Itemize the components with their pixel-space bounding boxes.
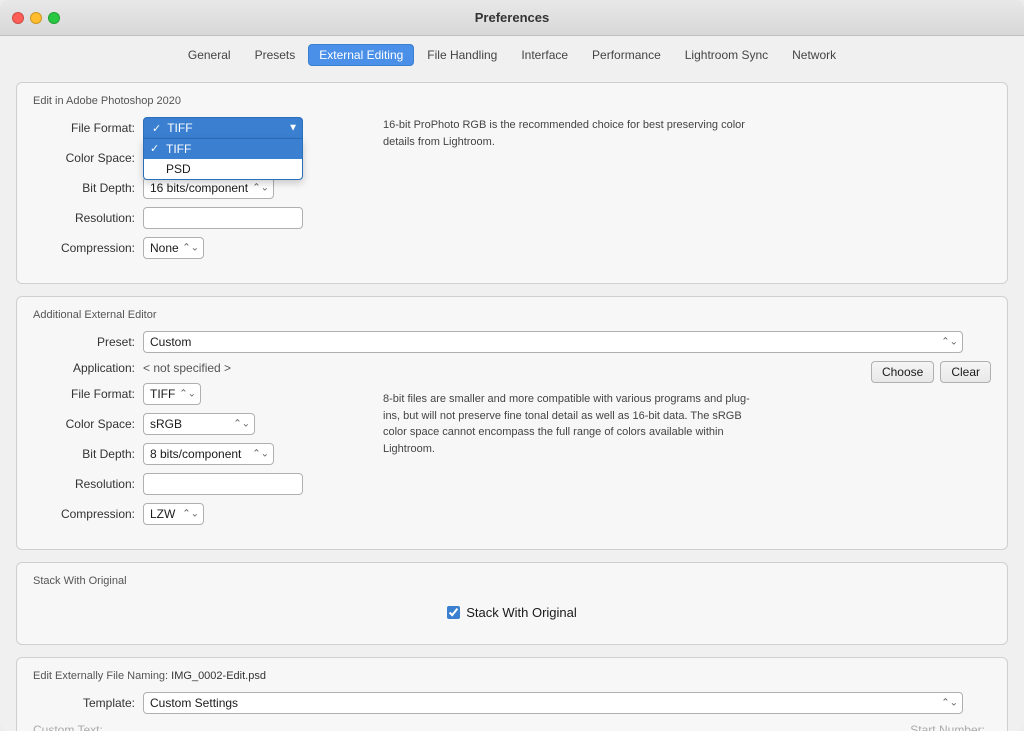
- compression-row: Compression: None LZW ⌃⌄: [33, 237, 363, 259]
- ext-compression-row: Compression: LZW None ⌃⌄: [33, 503, 363, 525]
- check-mark-icon: ✓: [152, 122, 161, 135]
- stack-checkbox[interactable]: [447, 606, 460, 619]
- ext-color-space-label: Color Space:: [33, 417, 143, 431]
- ext-file-format-select-wrap: TIFF PSD ⌃⌄: [143, 383, 201, 405]
- photoshop-left-col: File Format: ✓ TIFF ▼ ✓ TIFF: [33, 117, 363, 267]
- bit-depth-select[interactable]: 16 bits/component 8 bits/component: [143, 177, 274, 199]
- ext-resolution-input[interactable]: 240: [143, 473, 303, 495]
- tab-lightroom-sync[interactable]: Lightroom Sync: [674, 44, 779, 66]
- tab-performance[interactable]: Performance: [581, 44, 672, 66]
- content-area: Edit in Adobe Photoshop 2020 File Format…: [0, 72, 1024, 731]
- tab-external-editing[interactable]: External Editing: [308, 44, 414, 66]
- ext-color-space-select[interactable]: sRGB ProPhoto RGB: [143, 413, 255, 435]
- preset-row: Preset: Custom ⌃⌄: [33, 331, 991, 353]
- titlebar: Preferences: [0, 0, 1024, 36]
- preset-select[interactable]: Custom: [143, 331, 963, 353]
- start-number-label: Start Number:: [910, 723, 991, 731]
- tab-general[interactable]: General: [177, 44, 242, 66]
- ext-color-space-row: Color Space: sRGB ProPhoto RGB ⌃⌄: [33, 413, 363, 435]
- stack-checkbox-label: Stack With Original: [466, 605, 577, 620]
- preset-select-wrap: Custom ⌃⌄: [143, 331, 963, 353]
- ext-file-format-select[interactable]: TIFF PSD: [143, 383, 201, 405]
- resolution-row: Resolution: 300: [33, 207, 363, 229]
- ext-bit-depth-select[interactable]: 8 bits/component 16 bits/component: [143, 443, 274, 465]
- choose-button[interactable]: Choose: [871, 361, 934, 383]
- tab-network[interactable]: Network: [781, 44, 847, 66]
- ext-resolution-label: Resolution:: [33, 477, 143, 491]
- file-format-row: File Format: ✓ TIFF ▼ ✓ TIFF: [33, 117, 363, 139]
- bit-depth-label: Bit Depth:: [33, 181, 143, 195]
- photoshop-two-col: File Format: ✓ TIFF ▼ ✓ TIFF: [33, 117, 991, 267]
- bottom-row: Custom Text: Start Number:: [33, 722, 991, 731]
- template-select-wrap: Custom Settings ⌃⌄: [143, 692, 963, 714]
- photoshop-section: Edit in Adobe Photoshop 2020 File Format…: [16, 82, 1008, 284]
- ext-resolution-row: Resolution: 240: [33, 473, 363, 495]
- compression-label: Compression:: [33, 241, 143, 255]
- custom-text-label: Custom Text:: [33, 723, 109, 731]
- ext-bit-depth-select-wrap: 8 bits/component 16 bits/component ⌃⌄: [143, 443, 274, 465]
- compression-select-wrap: None LZW ⌃⌄: [143, 237, 204, 259]
- template-row: Template: Custom Settings ⌃⌄: [33, 692, 991, 714]
- additional-left-col: Application: < not specified > File Form…: [33, 361, 363, 533]
- photoshop-section-title: Edit in Adobe Photoshop 2020: [33, 95, 991, 107]
- template-select[interactable]: Custom Settings: [143, 692, 963, 714]
- close-button[interactable]: [12, 12, 24, 24]
- ext-compression-select[interactable]: LZW None: [143, 503, 204, 525]
- ext-file-format-label: File Format:: [33, 387, 143, 401]
- ext-color-space-select-wrap: sRGB ProPhoto RGB ⌃⌄: [143, 413, 255, 435]
- bit-depth-row: Bit Depth: 16 bits/component 8 bits/comp…: [33, 177, 363, 199]
- additional-editor-title: Additional External Editor: [33, 309, 991, 321]
- custom-text-field: Custom Text:: [33, 722, 512, 731]
- bit-depth-select-wrap: 16 bits/component 8 bits/component ⌃⌄: [143, 177, 274, 199]
- file-format-dropdown[interactable]: ✓ TIFF ▼ ✓ TIFF PSD: [143, 117, 303, 139]
- file-format-label: File Format:: [33, 121, 143, 135]
- additional-editor-section: Additional External Editor Preset: Custo…: [16, 296, 1008, 550]
- application-label: Application:: [33, 361, 143, 375]
- file-format-option-psd[interactable]: PSD: [144, 159, 302, 179]
- additional-editor-hint: 8-bit files are smaller and more compati…: [383, 391, 763, 457]
- ext-bit-depth-label: Bit Depth:: [33, 447, 143, 461]
- file-format-selected-label: TIFF: [167, 121, 192, 135]
- compression-select[interactable]: None LZW: [143, 237, 204, 259]
- application-row: Application: < not specified >: [33, 361, 363, 375]
- photoshop-hint: 16-bit ProPhoto RGB is the recommended c…: [383, 117, 763, 150]
- additional-right-col: Choose Clear 8-bit files are smaller and…: [383, 361, 991, 533]
- window-controls: [12, 12, 60, 24]
- stack-section-title: Stack With Original: [33, 575, 991, 587]
- ext-file-format-row: File Format: TIFF PSD ⌃⌄: [33, 383, 363, 405]
- preferences-window: Preferences General Presets External Edi…: [0, 0, 1024, 731]
- file-format-list: ✓ TIFF PSD: [143, 139, 303, 180]
- application-value: < not specified >: [143, 361, 363, 375]
- tab-interface[interactable]: Interface: [510, 44, 579, 66]
- stack-checkbox-row: Stack With Original: [33, 597, 991, 628]
- file-format-selected[interactable]: ✓ TIFF: [143, 117, 303, 139]
- tab-bar: General Presets External Editing File Ha…: [0, 36, 1024, 72]
- photoshop-right-col: 16-bit ProPhoto RGB is the recommended c…: [383, 117, 991, 267]
- template-label: Template:: [33, 696, 143, 710]
- clear-button[interactable]: Clear: [940, 361, 991, 383]
- file-naming-section: Edit Externally File Naming: IMG_0002-Ed…: [16, 657, 1008, 731]
- start-number-field: Start Number:: [512, 722, 991, 731]
- resolution-label: Resolution:: [33, 211, 143, 225]
- file-naming-title-text: Edit Externally File Naming:: [33, 670, 168, 682]
- file-format-option-tiff[interactable]: ✓ TIFF: [144, 139, 302, 159]
- stack-section: Stack With Original Stack With Original: [16, 562, 1008, 645]
- ext-compression-select-wrap: LZW None ⌃⌄: [143, 503, 204, 525]
- maximize-button[interactable]: [48, 12, 60, 24]
- check-icon: ✓: [150, 142, 159, 155]
- ext-compression-label: Compression:: [33, 507, 143, 521]
- window-title: Preferences: [475, 10, 549, 25]
- resolution-input[interactable]: 300: [143, 207, 303, 229]
- preset-label: Preset:: [33, 335, 143, 349]
- file-naming-title: Edit Externally File Naming: IMG_0002-Ed…: [33, 670, 991, 682]
- additional-two-col: Application: < not specified > File Form…: [33, 361, 991, 533]
- minimize-button[interactable]: [30, 12, 42, 24]
- tab-presets[interactable]: Presets: [244, 44, 307, 66]
- color-space-label: Color Space:: [33, 151, 143, 165]
- ext-bit-depth-row: Bit Depth: 8 bits/component 16 bits/comp…: [33, 443, 363, 465]
- tab-file-handling[interactable]: File Handling: [416, 44, 508, 66]
- filename-value: IMG_0002-Edit.psd: [171, 670, 266, 682]
